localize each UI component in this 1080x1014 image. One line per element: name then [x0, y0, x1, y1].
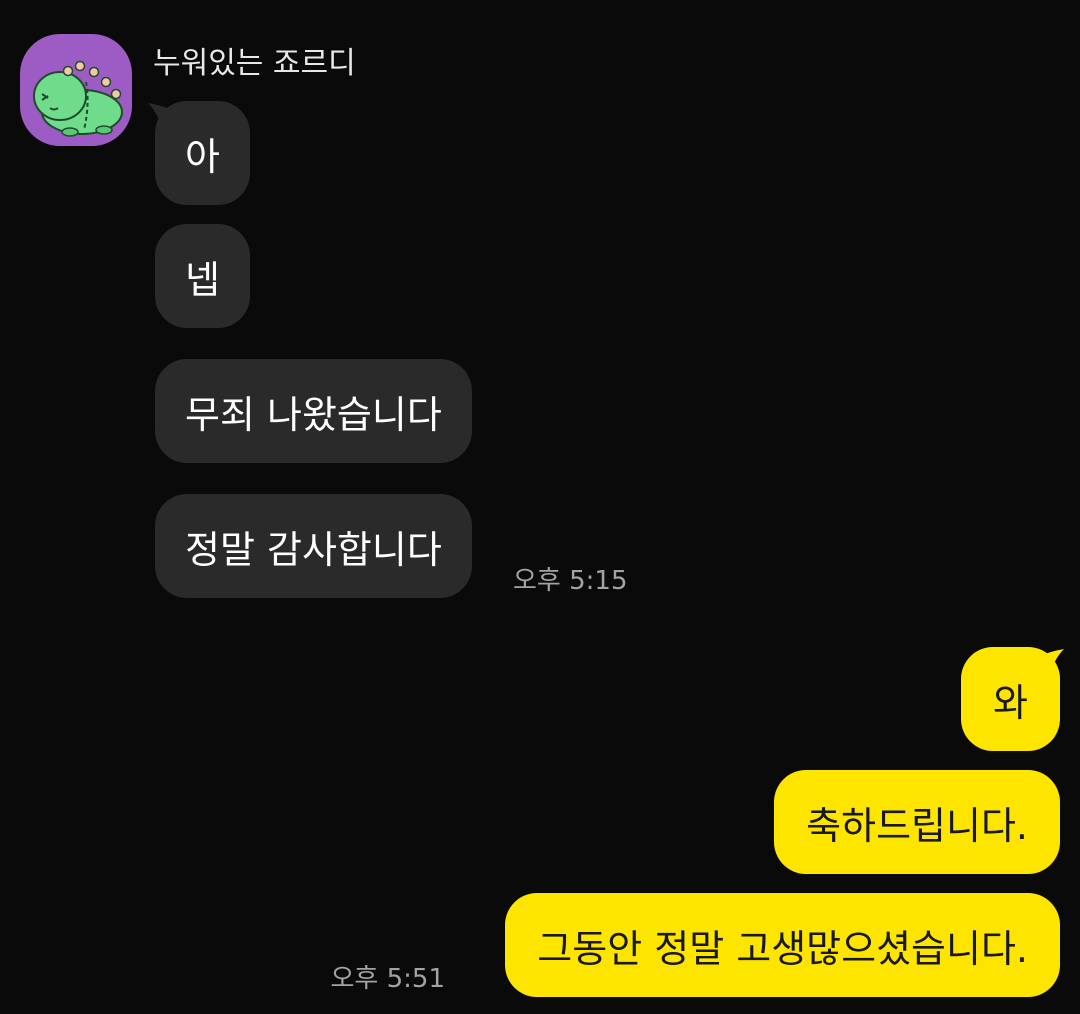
- outgoing-message[interactable]: 와: [961, 647, 1060, 751]
- incoming-message[interactable]: 넵: [155, 224, 250, 328]
- message-text: 아: [185, 134, 220, 179]
- message-text: 넵: [185, 257, 220, 302]
- incoming-message[interactable]: 무죄 나왔습니다: [155, 359, 472, 463]
- incoming-message[interactable]: 정말 감사합니다: [155, 494, 472, 598]
- message-text: 무죄 나왔습니다: [185, 392, 442, 437]
- incoming-timestamp: 오후 5:15: [513, 566, 628, 596]
- outgoing-timestamp: 오후 5:51: [330, 964, 446, 994]
- message-text: 축하드립니다.: [806, 803, 1028, 848]
- message-text: 정말 감사합니다: [185, 527, 442, 572]
- message-text: 와: [993, 680, 1028, 725]
- sender-name: 누워있는 죠르디: [153, 46, 356, 81]
- message-text: 그동안 정말 고생많으셨습니다.: [537, 926, 1028, 971]
- avatar-icon[interactable]: [20, 34, 132, 146]
- incoming-message[interactable]: 아: [155, 101, 250, 205]
- outgoing-message[interactable]: 그동안 정말 고생많으셨습니다.: [505, 893, 1060, 997]
- outgoing-message[interactable]: 축하드립니다.: [774, 770, 1060, 874]
